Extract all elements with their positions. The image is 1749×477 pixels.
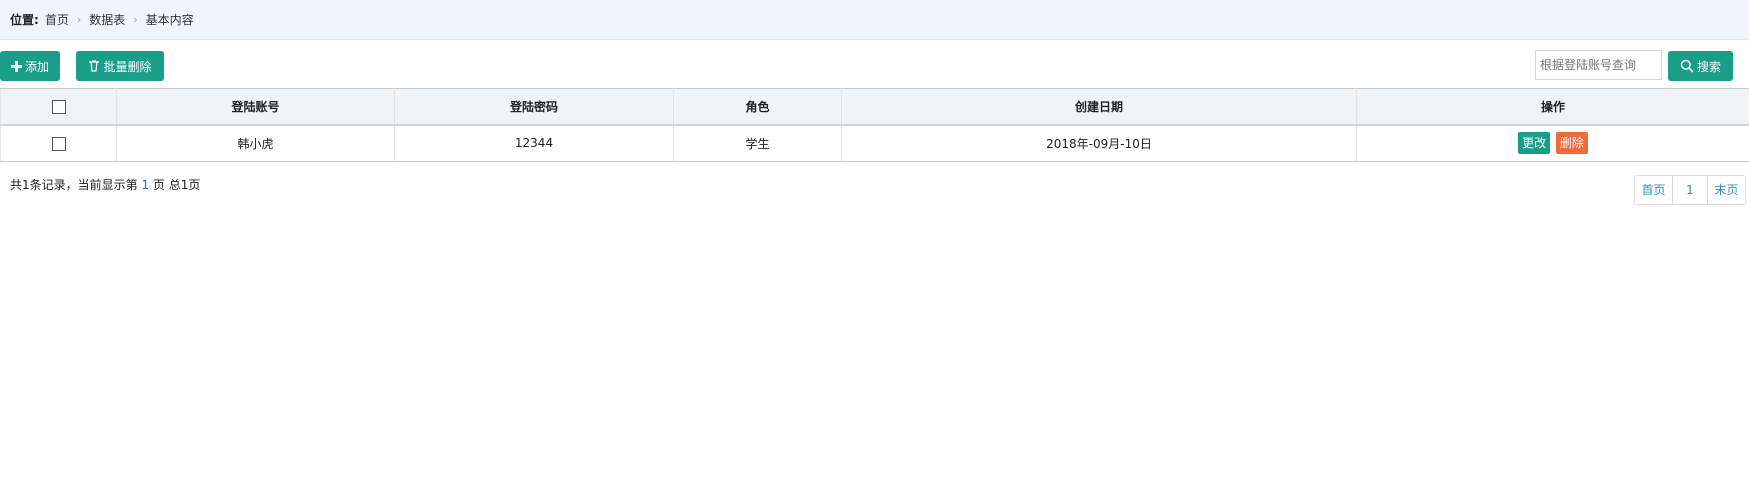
pager-page-link[interactable]: 1 xyxy=(1673,176,1708,204)
cell-password: 12344 xyxy=(394,124,674,162)
add-button-label: 添加 xyxy=(24,59,49,74)
breadcrumb-item-basic-content: 基本内容 xyxy=(145,13,194,27)
chevron-right-icon: › xyxy=(133,13,138,26)
search-icon xyxy=(1680,59,1694,73)
search-button-label: 搜索 xyxy=(1696,59,1721,74)
cell-actions: 更改 删除 xyxy=(1356,124,1749,162)
breadcrumb-item-datatable[interactable]: 数据表 xyxy=(89,11,125,28)
cell-created: 2018年-09月-10日 xyxy=(841,124,1357,162)
column-header-actions: 操作 xyxy=(1356,88,1749,126)
row-checkbox[interactable] xyxy=(51,136,66,151)
breadcrumb-label: 位置: xyxy=(10,13,39,27)
column-header-created: 创建日期 xyxy=(841,88,1357,126)
cell-role: 学生 xyxy=(673,124,842,162)
summary-current-page: 1 xyxy=(141,178,150,192)
bulk-delete-button[interactable]: 批量删除 xyxy=(76,51,164,81)
table-row: 韩小虎 12344 学生 2018年-09月-10日 更改 删除 xyxy=(0,124,1749,162)
breadcrumb-item-home[interactable]: 首页 xyxy=(45,11,69,28)
add-button[interactable]: 添加 xyxy=(0,51,60,81)
row-select-cell xyxy=(0,124,117,162)
bulk-delete-button-label: 批量删除 xyxy=(103,59,152,74)
chevron-right-icon: › xyxy=(76,13,82,26)
pager-last-link[interactable]: 末页 xyxy=(1708,176,1745,204)
trash-icon xyxy=(88,60,100,72)
plus-icon xyxy=(10,60,22,72)
table-header-row: 登陆账号 登陆密码 角色 创建日期 操作 xyxy=(0,88,1749,126)
summary-suffix: 页 总1页 xyxy=(152,178,201,192)
pagination: 首页 1 末页 xyxy=(1634,175,1746,205)
select-all-cell xyxy=(0,88,117,126)
pager-first-link[interactable]: 首页 xyxy=(1635,176,1673,204)
record-summary: 共1条记录，当前显示第 1 页 总1页 xyxy=(10,176,200,193)
data-table: 登陆账号 登陆密码 角色 创建日期 操作 韩小虎 12344 学生 2018年-… xyxy=(0,88,1749,162)
column-header-account: 登陆账号 xyxy=(116,88,395,126)
summary-prefix: 共1条记录，当前显示第 xyxy=(10,178,138,192)
search-button[interactable]: 搜索 xyxy=(1668,51,1733,81)
edit-button[interactable]: 更改 xyxy=(1518,132,1551,155)
breadcrumb: 位置: 首页 › 数据表 › 基本内容 xyxy=(0,0,1749,40)
select-all-checkbox[interactable] xyxy=(51,99,66,114)
cell-account: 韩小虎 xyxy=(116,124,395,162)
search-input[interactable] xyxy=(1535,50,1662,80)
column-header-password: 登陆密码 xyxy=(394,88,674,126)
delete-button[interactable]: 删除 xyxy=(1555,132,1588,155)
column-header-role: 角色 xyxy=(673,88,842,126)
